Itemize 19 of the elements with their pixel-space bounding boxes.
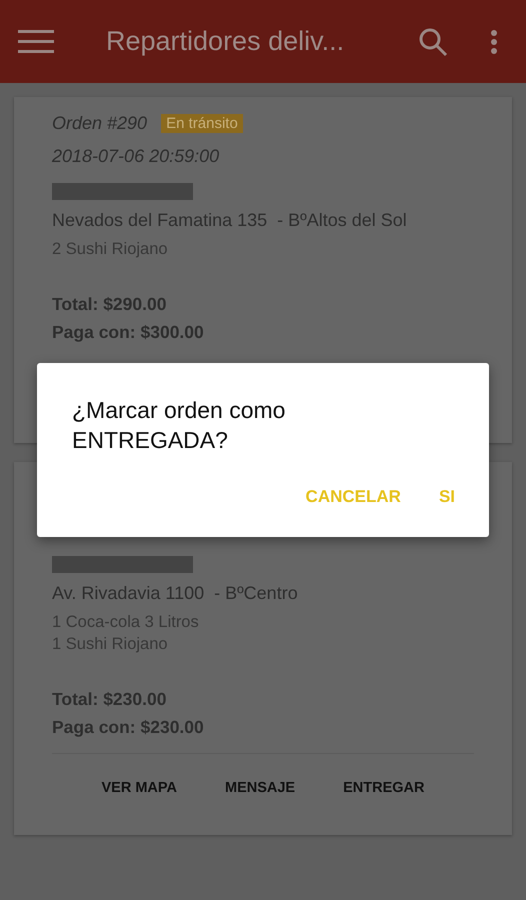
search-icon[interactable]	[418, 26, 448, 56]
action-button[interactable]: MENSAJE	[210, 772, 310, 804]
more-icon[interactable]	[490, 28, 498, 54]
payment-text: Paga con: $300.00	[52, 321, 205, 344]
payment-text: Paga con: $230.00	[52, 716, 205, 739]
dialog-message: ¿Marcar orden como ENTREGADA?	[72, 396, 286, 455]
app-title: Repartidores deliv...	[106, 26, 346, 57]
total-text: Total: $290.00	[52, 293, 168, 316]
order-datetime: 2018-07-06 20:59:00	[52, 146, 220, 167]
address-text: Av. Rivadavia 1100 - BºCentro	[52, 583, 299, 604]
order-number: Orden #290	[52, 112, 148, 134]
total-text: Total: $230.00	[52, 688, 168, 711]
address-text: Nevados del Famatina 135 - BºAltos del Sol	[52, 210, 408, 231]
status-badge: En tránsito	[161, 114, 243, 132]
action-button[interactable]: ENTREGAR	[329, 772, 438, 804]
dialog-button[interactable]: CANCELAR	[296, 479, 411, 515]
action-button[interactable]: VER MAPA	[88, 772, 191, 804]
dialog-button[interactable]: SI	[428, 479, 465, 515]
menu-icon[interactable]	[18, 28, 54, 54]
